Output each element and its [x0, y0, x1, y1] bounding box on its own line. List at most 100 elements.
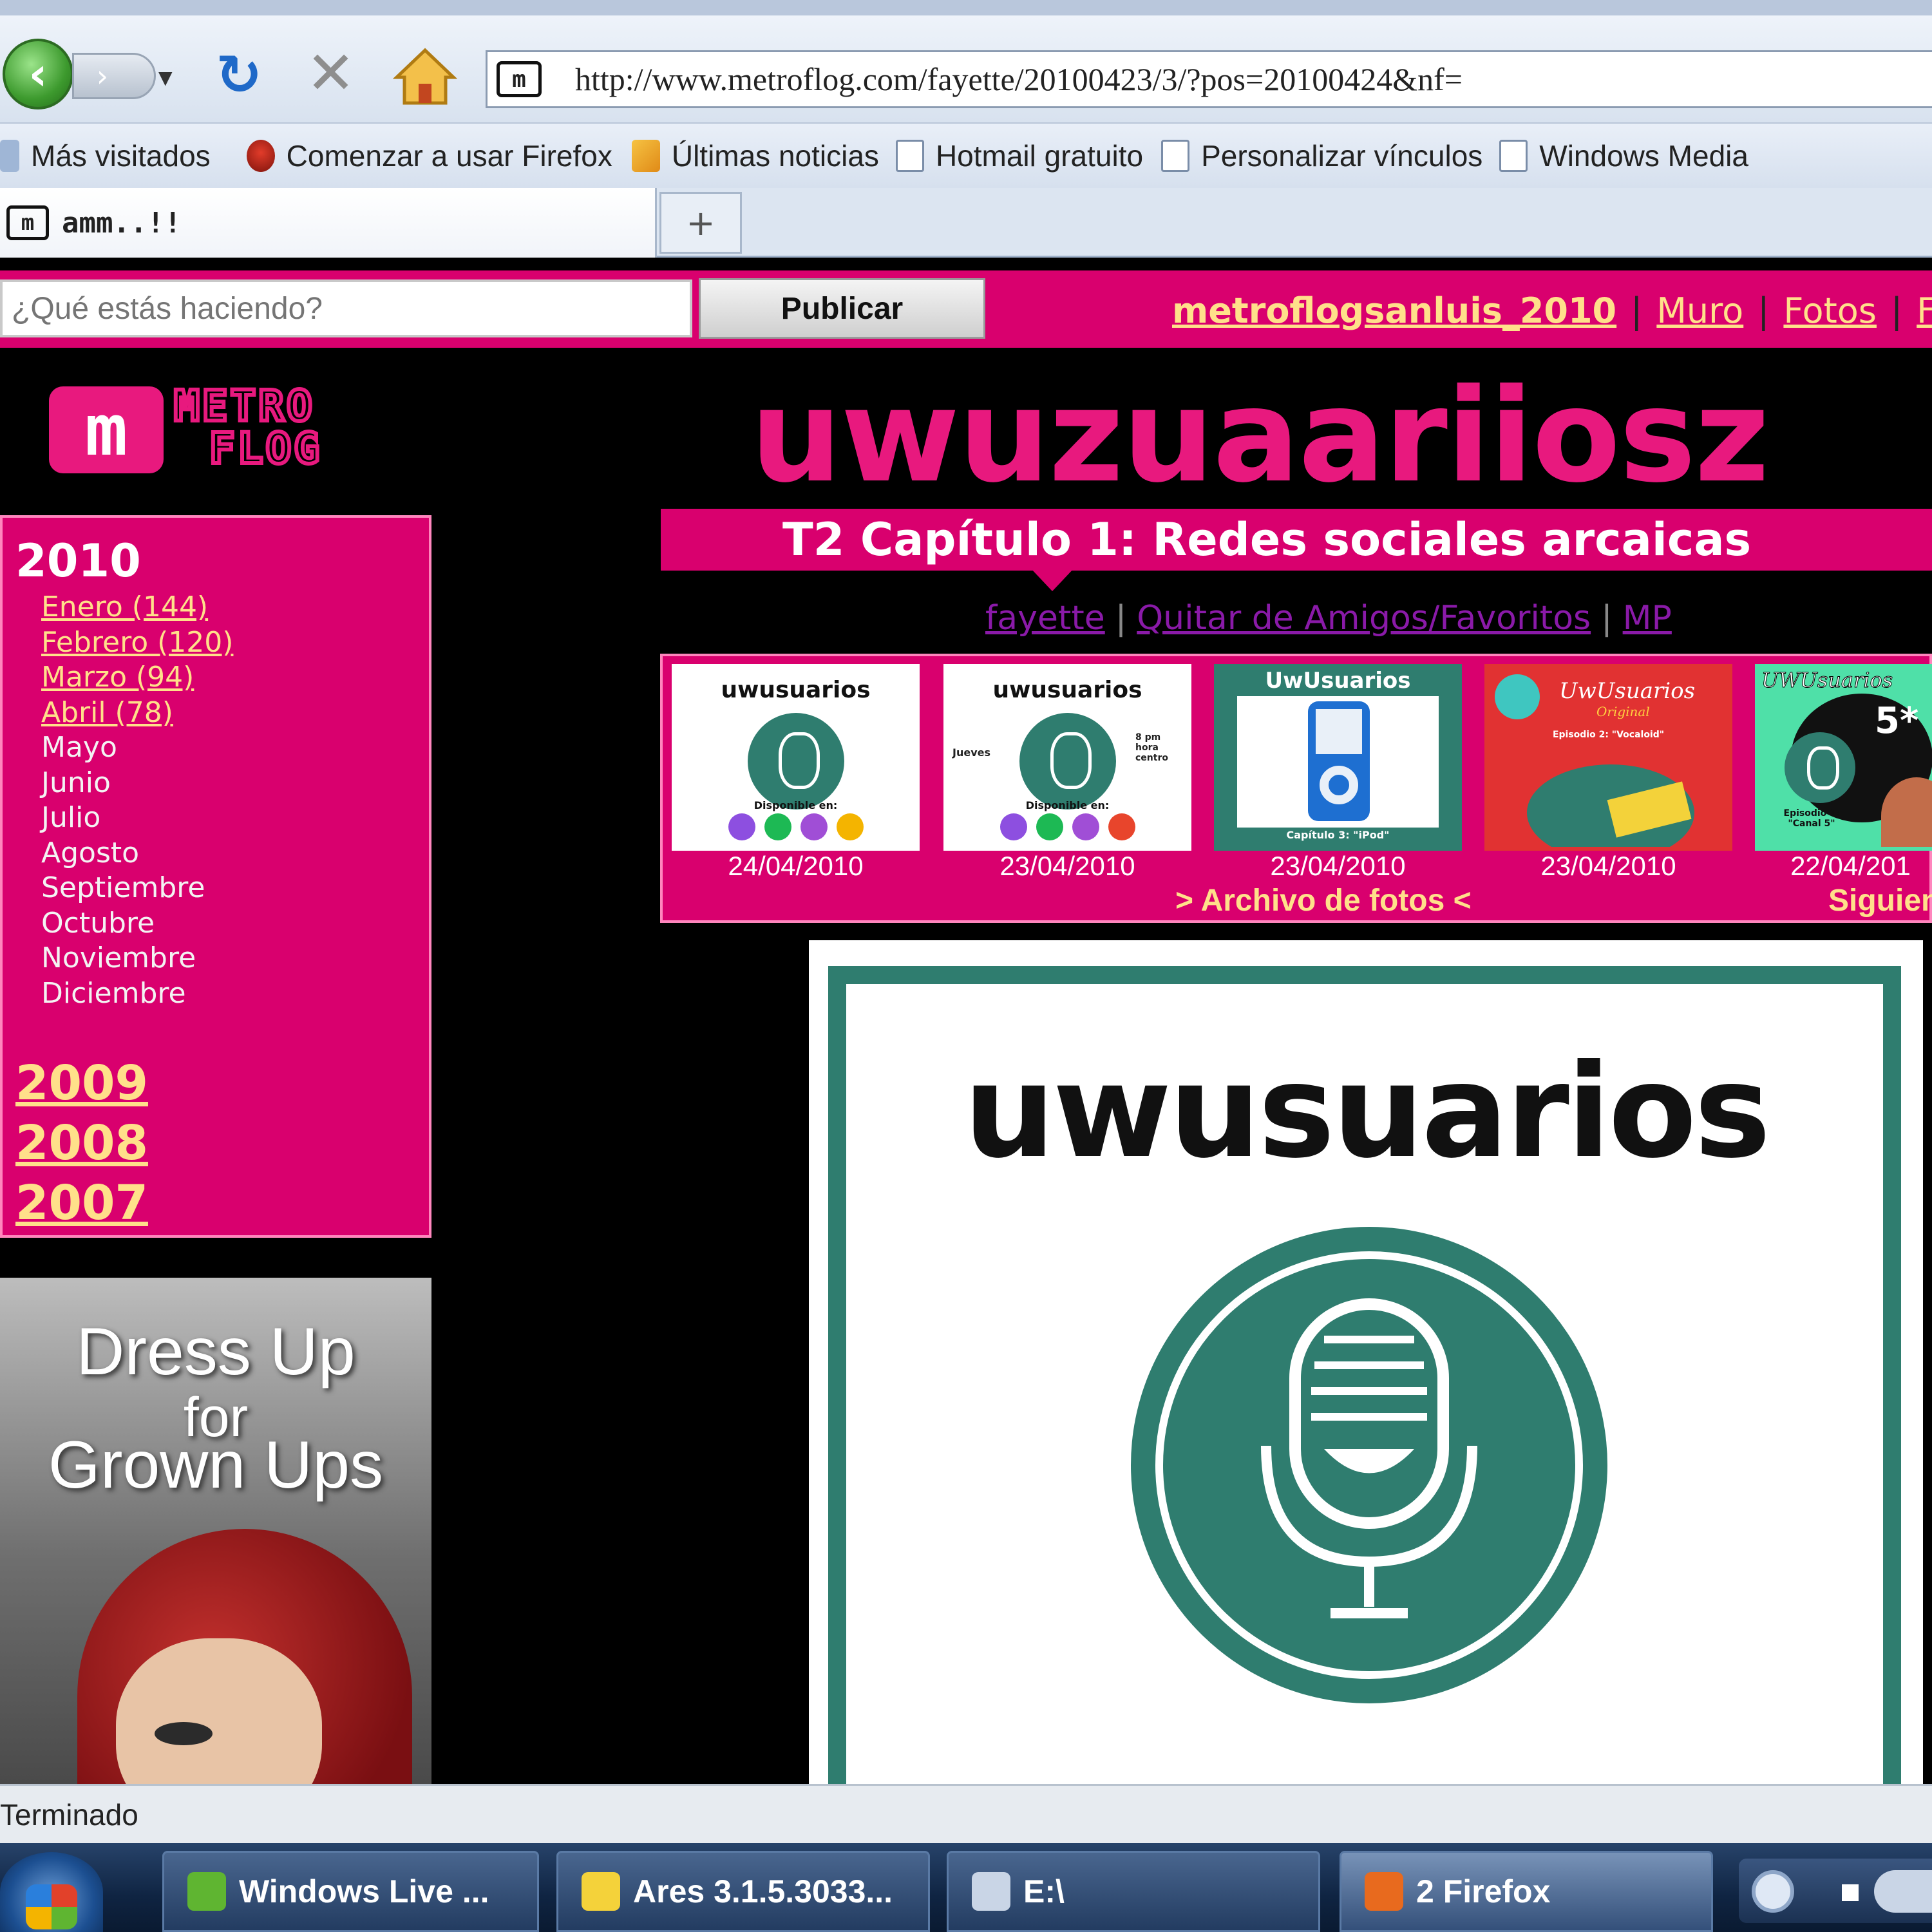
photo-thumb[interactable]: uwusuarios Jueves 8 pm hora centro Dispo…: [943, 664, 1191, 851]
thumb-date: 24/04/2010: [728, 851, 864, 881]
link-separator: |: [1631, 290, 1643, 331]
browser-status-bar: Terminado: [0, 1784, 1932, 1843]
next-photos-link[interactable]: Siguien: [1828, 883, 1932, 918]
month-item: Mayo: [41, 731, 117, 764]
start-button[interactable]: [0, 1852, 103, 1932]
status-text: Terminado: [0, 1797, 138, 1832]
bookmark-label: Windows Media: [1539, 139, 1748, 173]
owner-link[interactable]: fayette: [985, 599, 1105, 638]
post-title: T2 Capítulo 1: Redes sociales arcaicas: [782, 513, 1752, 566]
tab-title: amm..!!: [62, 206, 182, 240]
page-icon: [1161, 140, 1190, 172]
month-item: Diciembre: [41, 976, 186, 1010]
taskbar-button[interactable]: 2 Firefox: [1340, 1851, 1713, 1932]
thumb-date: 23/04/2010: [1540, 851, 1676, 881]
owner-link[interactable]: MP: [1623, 599, 1672, 638]
podcast-logo-icon: [748, 713, 844, 810]
navigation-toolbar: ‹ › ▼ ↻ ✕ m http://www.metroflog.com/fay…: [0, 15, 1932, 124]
thumb-date: 22/04/201: [1790, 851, 1911, 881]
stop-icon[interactable]: ✕: [306, 44, 355, 103]
forward-arrow-icon: ›: [96, 59, 109, 93]
back-arrow-icon: ‹: [28, 48, 48, 100]
ipod-icon: [1308, 701, 1370, 821]
archive-sidebar: 2010 Enero (144) Febrero (120) Marzo (94) A…: [0, 515, 431, 1238]
nav-link-muro[interactable]: Muro: [1656, 290, 1743, 331]
media-controls[interactable]: [1874, 1870, 1932, 1913]
bookmark-item[interactable]: Windows Media: [1499, 124, 1748, 188]
tab-active[interactable]: m amm..!!: [0, 188, 657, 258]
bookmark-label: Personalizar vínculos: [1201, 139, 1483, 173]
ad-character-face: [116, 1638, 322, 1784]
month-item[interactable]: Abril (78): [41, 696, 233, 731]
photo-title: uwusuarios: [963, 1037, 1771, 1187]
month-item: Noviembre: [41, 942, 196, 974]
photo-thumb[interactable]: UwUsuarios Capítulo 3: "iPod": [1214, 664, 1462, 851]
link-separator: |: [1601, 599, 1613, 638]
forward-button[interactable]: ›: [72, 53, 156, 99]
site-favicon-icon: m: [497, 61, 542, 97]
taskbar-label: 2 Firefox: [1416, 1873, 1551, 1909]
advertisement-banner[interactable]: Dress Up for Grown Ups: [0, 1278, 431, 1784]
user-profile-link[interactable]: metroflogsanluis_2010: [1172, 290, 1616, 331]
month-list: Enero (144) Febrero (120) Marzo (94) Abril …: [41, 590, 233, 1011]
app-icon: [582, 1872, 620, 1911]
bookmark-item[interactable]: Personalizar vínculos: [1161, 124, 1482, 188]
bookmarks-toolbar: Más visitados Comenzar a usar Firefox Últi…: [0, 124, 1932, 188]
photo-thumb[interactable]: uwusuarios Disponible en:: [672, 664, 920, 851]
photo-thumb[interactable]: UwUsuarios Original Episodio 2: "Vocaloi…: [1484, 664, 1732, 851]
address-bar[interactable]: m http://www.metroflog.com/fayette/20100…: [486, 50, 1932, 108]
bookmark-item[interactable]: Más visitados: [0, 124, 211, 188]
year-link[interactable]: 2007: [15, 1173, 148, 1233]
windows-taskbar: Windows Live ... Ares 3.1.5.3033... E:\ 2 F…: [0, 1843, 1932, 1932]
photo-thumb[interactable]: UWUsuarios 5* Episodio 1: "Canal 5": [1755, 664, 1932, 851]
history-dropdown-icon[interactable]: ▼: [158, 67, 173, 88]
podcast-logo-icon: [1785, 732, 1855, 803]
taskbar-button[interactable]: E:\: [947, 1851, 1320, 1932]
metroflog-logo-icon[interactable]: m: [49, 386, 164, 473]
firefox-icon: [246, 140, 275, 172]
bookmark-item[interactable]: Hotmail gratuito: [895, 124, 1144, 188]
back-button[interactable]: ‹: [3, 39, 73, 109]
new-tab-button[interactable]: +: [659, 192, 742, 254]
home-icon[interactable]: [393, 46, 457, 106]
taskbar-label: E:\: [1023, 1873, 1065, 1909]
page-top-border: [0, 258, 1932, 270]
avatar: [1495, 674, 1540, 719]
window-title-strip: [0, 0, 1932, 15]
bookmark-label: Hotmail gratuito: [935, 139, 1144, 173]
link-separator: |: [1115, 599, 1127, 638]
ad-character-eye: [155, 1722, 213, 1745]
thumb-date: 23/04/2010: [999, 851, 1135, 881]
year-link[interactable]: 2008: [15, 1113, 148, 1173]
bookmark-item[interactable]: Últimas noticias: [631, 124, 879, 188]
status-input[interactable]: [0, 279, 692, 337]
tab-strip: m amm..!! +: [0, 188, 1932, 258]
page-icon: [895, 140, 924, 172]
star-icon: [0, 140, 19, 172]
bookmark-item[interactable]: Comenzar a usar Firefox: [246, 124, 612, 188]
taskbar-button[interactable]: Windows Live ...: [162, 1851, 539, 1932]
month-item: Octubre: [41, 906, 155, 940]
month-item[interactable]: Marzo (94): [41, 660, 233, 696]
app-icon: [1365, 1872, 1403, 1911]
tab-favicon-icon: m: [6, 205, 49, 240]
main-photo[interactable]: uwusuarios: [809, 940, 1923, 1784]
photo-archive-link[interactable]: > Archivo de fotos <: [1175, 883, 1472, 918]
nav-link-fav[interactable]: Fav: [1917, 290, 1932, 331]
stop-media-icon[interactable]: [1842, 1884, 1859, 1901]
taskbar-button[interactable]: Ares 3.1.5.3033...: [556, 1851, 930, 1932]
link-separator: |: [1890, 290, 1903, 331]
bookmark-label: Últimas noticias: [671, 139, 879, 173]
publish-button[interactable]: Publicar: [699, 278, 985, 339]
media-tray: [1739, 1859, 1932, 1923]
nav-link-fotos[interactable]: Fotos: [1783, 290, 1877, 331]
month-item[interactable]: Febrero (120): [41, 625, 233, 661]
media-player-icon[interactable]: [1752, 1870, 1794, 1913]
owner-link[interactable]: Quitar de Amigos/Favoritos: [1137, 599, 1591, 638]
month-item[interactable]: Enero (144): [41, 590, 233, 625]
url-text: http://www.metroflog.com/fayette/2010042…: [575, 61, 1463, 97]
reload-icon[interactable]: ↻: [216, 48, 262, 103]
ad-headline-end: Grown Ups: [48, 1428, 384, 1502]
metroflog-top-bar: Publicar metroflogsanluis_2010 | Muro | Fot…: [0, 270, 1932, 348]
year-link[interactable]: 2009: [15, 1054, 148, 1113]
